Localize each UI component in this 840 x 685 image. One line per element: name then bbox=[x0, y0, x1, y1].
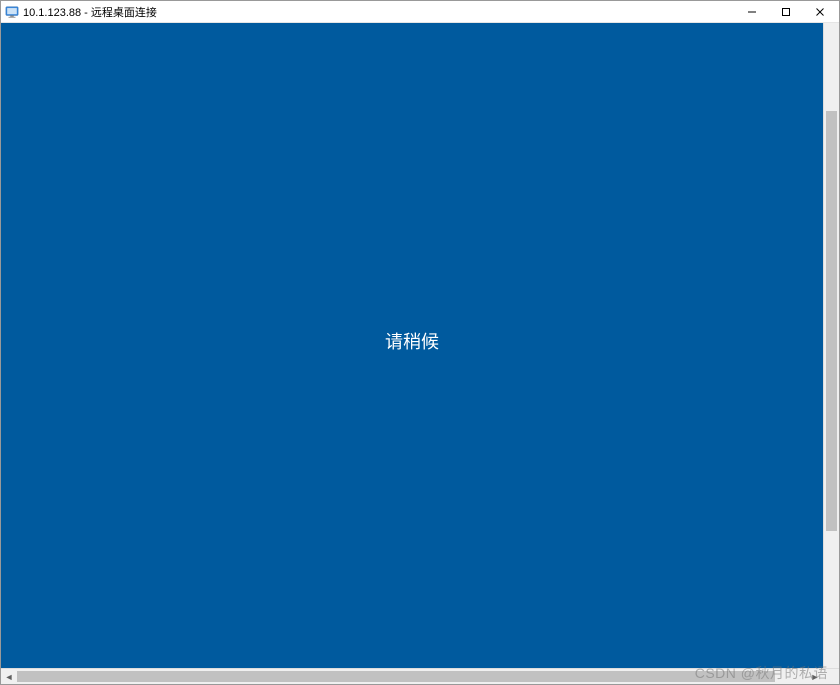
scrollbar-corner bbox=[823, 669, 839, 684]
content-wrap: 请稍候 bbox=[1, 23, 839, 668]
window-frame: 10.1.123.88 - 远程桌面连接 请稍候 bbox=[0, 0, 840, 685]
close-button[interactable] bbox=[803, 1, 837, 22]
scroll-left-arrow-icon[interactable]: ◄ bbox=[1, 669, 17, 684]
window-title: 10.1.123.88 - 远程桌面连接 bbox=[23, 4, 735, 20]
client-area: 请稍候 ◄ ► bbox=[1, 23, 839, 684]
horizontal-scrollbar-track[interactable] bbox=[17, 669, 807, 684]
horizontal-scrollbar[interactable]: ◄ ► bbox=[1, 668, 839, 684]
horizontal-scrollbar-thumb[interactable] bbox=[17, 671, 775, 682]
titlebar[interactable]: 10.1.123.88 - 远程桌面连接 bbox=[1, 1, 839, 23]
vertical-scrollbar-track[interactable] bbox=[824, 23, 839, 668]
wait-message: 请稍候 bbox=[385, 328, 439, 354]
minimize-button[interactable] bbox=[735, 1, 769, 22]
vertical-scrollbar[interactable] bbox=[823, 23, 839, 668]
maximize-button[interactable] bbox=[769, 1, 803, 22]
window-controls bbox=[735, 1, 837, 22]
vertical-scrollbar-thumb[interactable] bbox=[826, 111, 837, 531]
remote-desktop-viewport[interactable]: 请稍候 bbox=[1, 23, 823, 668]
rdp-app-icon bbox=[5, 5, 19, 19]
scroll-right-arrow-icon[interactable]: ► bbox=[807, 669, 823, 684]
